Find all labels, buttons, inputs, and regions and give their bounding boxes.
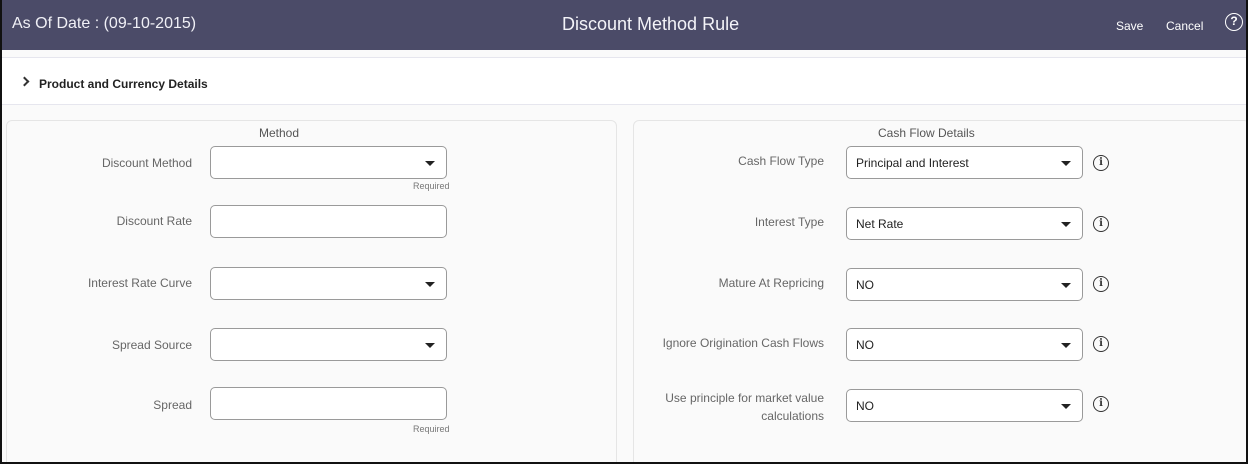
interest-type-label: Interest Type [754,215,824,229]
dropdown-caret-icon [1061,404,1071,409]
spread-source-label: Spread Source [111,338,192,352]
discount-method-select[interactable] [210,146,447,179]
use-principle-value: NO [856,399,874,413]
chevron-right-icon [19,76,30,87]
save-button[interactable]: Save [1116,19,1143,33]
header-bar: As Of Date : (09-10-2015) Discount Metho… [2,0,1246,50]
dropdown-caret-icon [1061,343,1071,348]
dropdown-caret-icon [425,343,435,348]
info-icon[interactable]: i [1093,276,1109,292]
spread-source-select[interactable] [210,328,447,361]
discount-rate-input[interactable] [210,205,447,238]
app-frame: As Of Date : (09-10-2015) Discount Metho… [0,0,1248,464]
ignore-origination-label: Ignore Origination Cash Flows [662,336,824,350]
mature-at-repricing-label: Mature At Repricing [718,276,824,290]
spread-input[interactable] [210,387,447,420]
dropdown-caret-icon [1061,283,1071,288]
interest-type-value: Net Rate [856,217,904,231]
cash-flow-type-select[interactable]: Principal and Interest [846,146,1083,179]
page-title: Discount Method Rule [562,14,740,34]
cash-flow-type-value: Principal and Interest [856,156,969,170]
discount-rate-label: Discount Rate [116,214,192,228]
cash-flow-type-label: Cash Flow Type [738,154,824,168]
cash-flow-panel-title: Cash Flow Details [878,126,975,140]
interest-rate-curve-label: Interest Rate Curve [87,276,192,290]
interest-type-select[interactable]: Net Rate [846,207,1083,240]
info-icon[interactable]: i [1093,216,1109,232]
section-label: Product and Currency Details [39,77,208,91]
dropdown-caret-icon [1061,161,1071,166]
use-principle-select[interactable]: NO [846,389,1083,422]
ignore-origination-select[interactable]: NO [846,328,1083,361]
interest-rate-curve-select[interactable] [210,267,447,300]
dropdown-caret-icon [425,282,435,287]
ignore-origination-value: NO [856,338,874,352]
dropdown-caret-icon [425,161,435,166]
product-currency-section-toggle[interactable]: Product and Currency Details [2,57,1246,105]
use-principle-label-line1: Use principle for market value [665,391,824,405]
use-principle-label-line2: calculations [761,409,824,423]
discount-method-required-hint: Required [413,181,450,191]
info-icon[interactable]: i [1093,396,1109,412]
as-of-date: As Of Date : (09-10-2015) [12,15,197,32]
mature-at-repricing-value: NO [856,278,874,292]
info-icon[interactable]: i [1093,336,1109,352]
cancel-button[interactable]: Cancel [1166,19,1203,33]
discount-method-label: Discount Method [101,156,192,170]
spread-required-hint: Required [413,424,450,434]
method-panel-title: Method [259,126,300,140]
spread-label: Spread [153,398,192,412]
info-icon[interactable]: i [1093,155,1109,171]
help-icon[interactable]: ? [1225,13,1243,31]
mature-at-repricing-select[interactable]: NO [846,268,1083,301]
dropdown-caret-icon [1061,222,1071,227]
